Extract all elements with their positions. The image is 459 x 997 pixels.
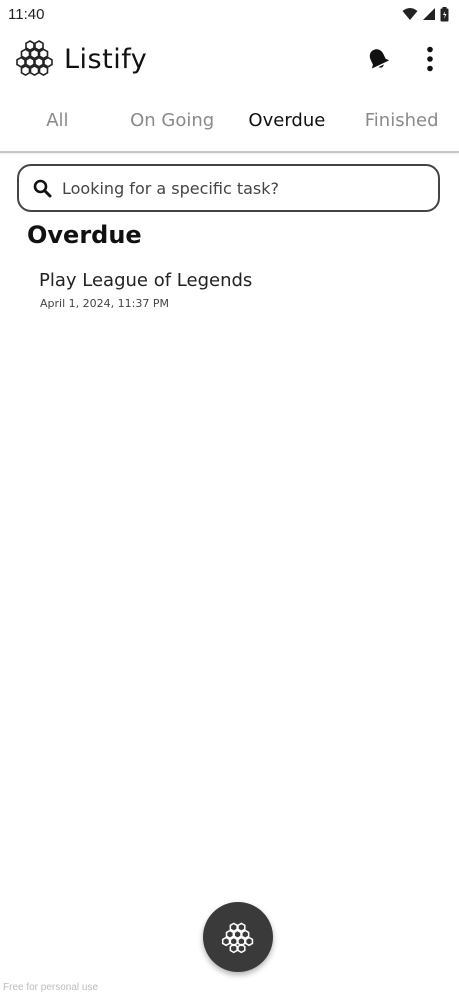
task-date: April 1, 2024, 11:37 PM	[40, 297, 169, 310]
wifi-icon	[402, 8, 418, 20]
tab-finished[interactable]: Finished	[344, 110, 459, 131]
tab-overdue[interactable]: Overdue	[230, 110, 345, 131]
honeycomb-icon	[221, 922, 254, 954]
app-actions	[363, 44, 445, 74]
more-vert-icon	[427, 46, 433, 72]
task-item[interactable]: Play League of Legends April 1, 2024, 11…	[39, 270, 419, 310]
search-icon	[33, 179, 52, 197]
task-title: Play League of Legends	[39, 270, 253, 291]
status-time: 11:40	[8, 5, 45, 23]
add-task-fab[interactable]	[203, 902, 273, 972]
bell-icon	[369, 49, 390, 69]
battery-icon	[440, 6, 449, 21]
app-title: Listify	[64, 43, 148, 75]
tab-all[interactable]: All	[0, 110, 115, 131]
status-bar: 11:40	[0, 0, 459, 28]
filter-tabs: All On Going Overdue Finished	[0, 90, 459, 153]
search-bar[interactable]	[17, 164, 440, 212]
search-input[interactable]	[62, 178, 402, 198]
more-options-button[interactable]	[415, 44, 445, 74]
app-bar: Listify	[0, 28, 459, 90]
notifications-button[interactable]	[363, 44, 393, 74]
tab-on-going[interactable]: On Going	[115, 110, 230, 131]
status-icons	[402, 6, 449, 22]
watermark: Free for personal use	[3, 982, 99, 993]
section-title: Overdue	[27, 221, 142, 249]
honeycomb-logo-icon	[16, 40, 53, 77]
signal-icon	[423, 8, 435, 20]
